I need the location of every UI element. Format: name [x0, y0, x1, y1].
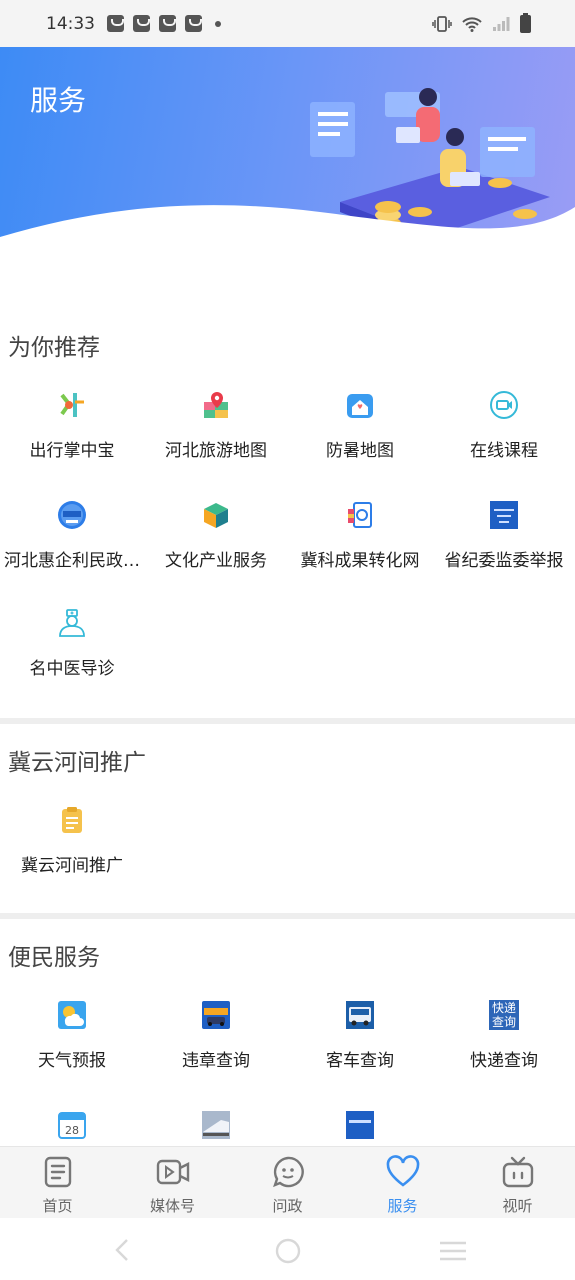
- menu-icon[interactable]: [438, 1240, 468, 1262]
- tab-media[interactable]: 媒体号: [115, 1147, 230, 1218]
- service-item-doctor[interactable]: 名中医导诊: [0, 608, 144, 708]
- service-item-travel-map[interactable]: 河北旅游地图: [144, 390, 288, 490]
- tab-service[interactable]: 服务: [345, 1147, 460, 1218]
- video-icon: [156, 1159, 189, 1185]
- banner-wave: [0, 205, 575, 247]
- service-label: 客车查询: [326, 1051, 394, 1071]
- svg-text:28: 28: [65, 1124, 79, 1137]
- home-doc-icon: [44, 1156, 71, 1188]
- vibrate-icon: [432, 15, 452, 32]
- notification-bag-icon: [107, 15, 124, 32]
- traffic-violation-icon: [202, 1001, 230, 1029]
- service-item-weather[interactable]: 天气预报: [0, 1000, 144, 1100]
- section-title-convenience: 便民服务: [8, 945, 100, 971]
- notification-bag-icon: [185, 15, 202, 32]
- service-label: 快递查询: [470, 1051, 538, 1071]
- doctor-icon: [59, 609, 85, 637]
- status-time: 14:33: [46, 13, 95, 34]
- service-item-bus[interactable]: 客车查询: [288, 1000, 432, 1100]
- service-banner-icon[interactable]: [345, 1110, 375, 1140]
- section-title-promo: 冀云河间推广: [8, 750, 146, 776]
- service-item-science[interactable]: 冀科成果转化网: [288, 500, 432, 600]
- service-item-culture[interactable]: 文化产业服务: [144, 500, 288, 600]
- header-banner: 服务: [0, 47, 575, 247]
- more-notifications-dot-icon: [215, 20, 221, 27]
- service-label: 名中医导诊: [29, 659, 115, 679]
- service-item-heat-map[interactable]: 防暑地图: [288, 390, 432, 490]
- calendar-icon[interactable]: 28: [57, 1110, 87, 1140]
- service-item-online-course[interactable]: 在线课程: [432, 390, 575, 490]
- report-banner-icon: [490, 501, 518, 529]
- tv-icon: [502, 1156, 533, 1188]
- service-label: 违章查询: [182, 1051, 250, 1071]
- chat-bubble-icon: [272, 1156, 304, 1188]
- service-label: 河北旅游地图: [165, 441, 267, 461]
- page-title: 服务: [30, 84, 87, 117]
- section-title-recommend: 为你推荐: [8, 335, 100, 361]
- service-label: 河北惠企利民政…: [4, 551, 140, 571]
- service-label: 天气预报: [38, 1051, 106, 1071]
- express-icon-text: 快递查询: [491, 1001, 516, 1029]
- clipboard-icon: [62, 807, 82, 833]
- service-item-transit[interactable]: 出行掌中宝: [0, 390, 144, 490]
- service-item-express[interactable]: 快递查询 快递查询: [432, 1000, 575, 1100]
- system-nav-bar: [0, 1218, 575, 1280]
- notification-bag-icon: [133, 15, 150, 32]
- online-course-icon: [490, 391, 518, 419]
- heat-map-icon: [347, 394, 373, 418]
- transit-map-icon: [59, 392, 85, 418]
- section-divider: [0, 718, 575, 724]
- train-icon[interactable]: [201, 1110, 231, 1140]
- tab-label: 服务: [387, 1197, 418, 1215]
- wifi-icon: [462, 16, 482, 32]
- heart-icon: [386, 1155, 419, 1187]
- service-item-policy[interactable]: 河北惠企利民政…: [0, 500, 144, 600]
- culture-box-icon: [204, 503, 228, 528]
- service-item-promo[interactable]: 冀云河间推广: [0, 805, 144, 905]
- tab-av[interactable]: 视听: [460, 1147, 575, 1218]
- back-icon[interactable]: [112, 1238, 132, 1262]
- policy-badge-icon: [58, 501, 86, 529]
- service-label: 省纪委监委举报: [444, 551, 564, 571]
- tab-inquiry[interactable]: 问政: [230, 1147, 345, 1218]
- service-label: 冀科成果转化网: [300, 551, 420, 571]
- bus-icon: [346, 1001, 374, 1029]
- home-circle-icon[interactable]: [275, 1238, 301, 1264]
- tab-label: 媒体号: [149, 1197, 195, 1215]
- section-divider: [0, 913, 575, 919]
- service-label: 文化产业服务: [165, 551, 267, 571]
- bottom-tab-bar: 首页 媒体号 问政 服务 视听: [0, 1146, 575, 1218]
- tab-label: 首页: [42, 1197, 73, 1215]
- tab-home[interactable]: 首页: [0, 1147, 115, 1218]
- science-doc-icon: [348, 502, 372, 528]
- express-icon: 快递查询: [489, 1000, 519, 1030]
- status-bar: 14:33: [0, 0, 575, 47]
- service-label: 防暑地图: [326, 441, 394, 461]
- travel-map-icon: [204, 392, 228, 418]
- signal-icon: [493, 16, 510, 31]
- service-item-report[interactable]: 省纪委监委举报: [432, 500, 575, 600]
- service-label: 出行掌中宝: [29, 441, 115, 461]
- service-label: 在线课程: [470, 441, 538, 461]
- weather-icon: [58, 1001, 86, 1029]
- tab-label: 问政: [272, 1197, 303, 1215]
- notification-bag-icon: [159, 15, 176, 32]
- tab-label: 视听: [502, 1197, 533, 1215]
- service-label: 冀云河间推广: [21, 856, 123, 876]
- service-item-traffic[interactable]: 违章查询: [144, 1000, 288, 1100]
- battery-icon: [520, 12, 531, 33]
